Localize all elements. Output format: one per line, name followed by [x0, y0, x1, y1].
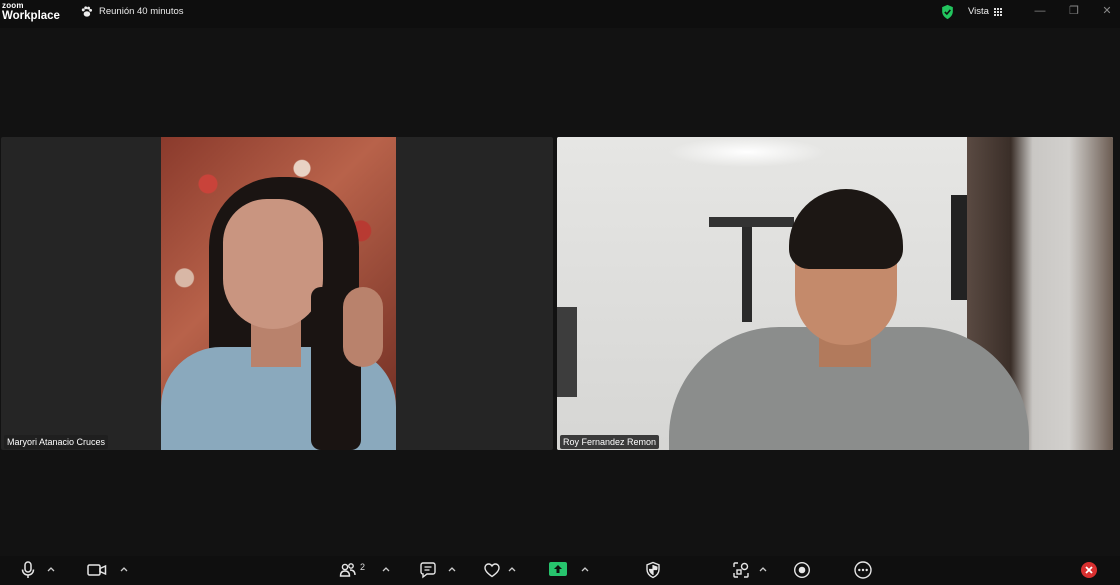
security-shield-icon[interactable] [940, 4, 955, 20]
meeting-timer[interactable]: Reunión 40 minutos [80, 5, 184, 18]
title-bar: zoom Workplace Reunión 40 minutos Vista … [0, 0, 1120, 28]
security-button[interactable] [645, 560, 661, 580]
record-button[interactable] [793, 560, 811, 580]
participants-count: 2 [360, 562, 366, 572]
security-icon [646, 561, 660, 579]
video-tile-participant-1[interactable]: Maryori Atanacio Cruces [1, 137, 553, 450]
restore-icon[interactable]: ❐ [1068, 5, 1080, 17]
share-screen-icon [554, 565, 562, 573]
paw-icon [81, 6, 93, 17]
video-button[interactable] [87, 560, 107, 580]
reactions-options-chevron-icon[interactable] [508, 565, 516, 573]
share-options-chevron-icon[interactable] [581, 565, 589, 573]
zoom-logo: zoom Workplace [2, 2, 60, 23]
reactions-button[interactable] [483, 560, 501, 580]
participant-1-video [161, 137, 396, 450]
participants-icon [339, 563, 356, 577]
video-options-chevron-icon[interactable] [120, 565, 128, 573]
chat-options-chevron-icon[interactable] [448, 565, 456, 573]
meeting-toolbar: 2 [0, 556, 1120, 585]
apps-options-chevron-icon[interactable] [759, 565, 767, 573]
participants-button[interactable] [339, 560, 357, 580]
video-camera-icon [87, 564, 107, 576]
share-screen-button[interactable] [549, 562, 567, 576]
brand-bottom: Workplace [2, 10, 60, 22]
participants-options-chevron-icon[interactable] [382, 565, 390, 573]
audio-options-chevron-icon[interactable] [47, 565, 55, 573]
view-label: Vista [968, 6, 989, 17]
audio-button[interactable] [20, 560, 36, 580]
participant-name-label: Maryori Atanacio Cruces [4, 435, 109, 449]
record-icon [793, 561, 811, 579]
meeting-timer-label: Reunión 40 minutos [99, 6, 184, 17]
apps-button[interactable] [732, 560, 750, 580]
video-tile-participant-2[interactable]: Roy Fernandez Remon [557, 137, 1113, 450]
microphone-icon [21, 561, 35, 578]
minimize-icon[interactable]: — [1034, 5, 1046, 17]
brand-top: zoom [2, 1, 24, 10]
leave-icon [1085, 566, 1093, 574]
chat-icon [420, 562, 436, 579]
leave-button[interactable] [1081, 562, 1097, 578]
participant-name-label: Roy Fernandez Remon [560, 435, 660, 449]
reactions-icon [484, 563, 500, 578]
chat-button[interactable] [419, 560, 437, 580]
more-icon [854, 561, 872, 579]
grid-view-icon [993, 7, 1002, 16]
apps-icon [733, 562, 749, 578]
close-icon[interactable]: ✕ [1101, 5, 1113, 17]
more-button[interactable] [853, 560, 873, 580]
view-button[interactable]: Vista [968, 6, 1002, 17]
